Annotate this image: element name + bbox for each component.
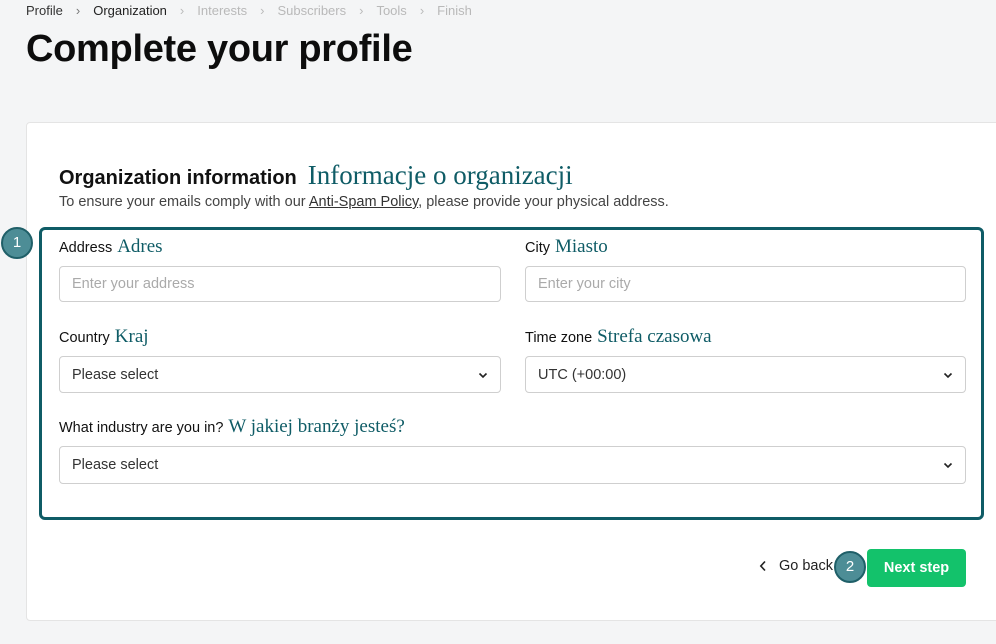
timezone-select[interactable]: UTC (+00:00) <box>525 356 966 393</box>
country-label-translation: Kraj <box>114 326 149 347</box>
go-back-label: Go back <box>779 558 833 574</box>
anti-spam-policy-link[interactable]: Anti-Spam Policy <box>309 194 418 210</box>
breadcrumb: Profile › Organization › Interests › Sub… <box>26 3 472 18</box>
breadcrumb-subscribers: Subscribers <box>277 3 347 18</box>
chevron-down-icon <box>943 462 953 469</box>
industry-label: What industry are you in? W jakiej branż… <box>59 416 405 438</box>
address-label: Address Adres <box>59 236 163 258</box>
description-prefix: To ensure your emails comply with our <box>59 194 309 210</box>
timezone-label-text: Time zone <box>525 330 593 346</box>
city-label-text: City <box>525 240 550 256</box>
chevron-down-icon <box>943 372 953 378</box>
country-select-value: Please select <box>72 366 159 383</box>
address-label-translation: Adres <box>117 236 163 257</box>
country-label: Country Kraj <box>59 326 149 348</box>
industry-select[interactable]: Please select <box>59 446 966 484</box>
chevron-down-icon <box>478 372 488 378</box>
industry-select-value: Please select <box>72 457 159 473</box>
section-title: Organization information Informacje o or… <box>59 160 573 191</box>
breadcrumb-finish: Finish <box>437 3 472 18</box>
section-title-translation: Informacje o organizacji <box>307 160 573 190</box>
country-label-text: Country <box>59 330 110 346</box>
breadcrumb-interests: Interests <box>197 3 248 18</box>
step-marker-2: 2 <box>834 551 866 583</box>
industry-label-text: What industry are you in? <box>59 420 224 436</box>
city-label: City Miasto <box>525 236 608 258</box>
city-input[interactable] <box>525 266 966 302</box>
next-step-button[interactable]: Next step <box>867 549 966 587</box>
chevron-right-icon: › <box>75 3 81 18</box>
section-description: To ensure your emails comply with our An… <box>59 194 669 210</box>
country-select[interactable]: Please select <box>59 356 501 393</box>
page-title: Complete your profile <box>26 28 413 70</box>
section-title-text: Organization information <box>59 167 297 189</box>
address-input[interactable] <box>59 266 501 302</box>
go-back-button[interactable]: Go back <box>759 558 833 574</box>
industry-label-translation: W jakiej branży jesteś? <box>228 416 405 437</box>
chevron-right-icon: › <box>260 3 265 18</box>
timezone-label: Time zone Strefa czasowa <box>525 326 712 348</box>
chevron-right-icon: › <box>179 3 185 18</box>
chevron-right-icon: › <box>419 3 425 18</box>
breadcrumb-organization: Organization <box>93 3 167 18</box>
timezone-label-translation: Strefa czasowa <box>597 326 712 347</box>
timezone-select-value: UTC (+00:00) <box>538 366 627 383</box>
address-label-text: Address <box>59 240 113 256</box>
chevron-left-icon <box>759 560 766 572</box>
breadcrumb-tools: Tools <box>376 3 407 18</box>
breadcrumb-profile[interactable]: Profile <box>26 3 63 18</box>
city-label-translation: Miasto <box>554 236 608 257</box>
description-suffix: , please provide your physical address. <box>418 194 669 210</box>
chevron-right-icon: › <box>359 3 364 18</box>
step-marker-1: 1 <box>1 227 33 259</box>
